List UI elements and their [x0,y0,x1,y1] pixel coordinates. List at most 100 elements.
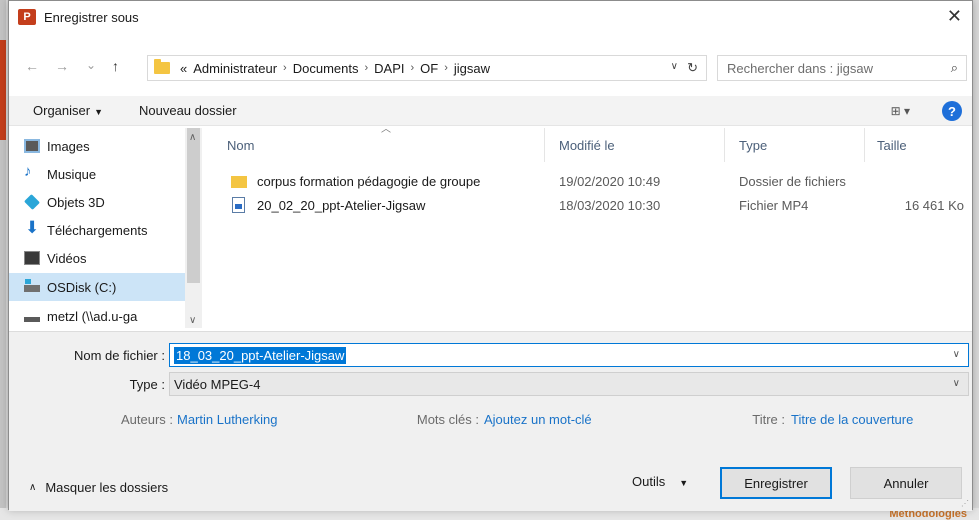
background-app-accent [0,40,6,140]
organize-label: Organiser [33,103,91,118]
breadcrumb-item-dapi[interactable]: DAPI [374,61,404,76]
breadcrumb-item-documents[interactable]: Documents [293,61,359,76]
download-icon: ⬇ [25,218,40,237]
tools-menu-button[interactable]: Outils ▼ [632,474,688,489]
scrollbar-thumb[interactable] [187,128,200,283]
sidebar-item-label: Objets 3D [47,194,105,210]
file-type-value: Vidéo MPEG-4 [174,376,261,392]
file-type: Dossier de fichiers [739,174,846,189]
title-field[interactable]: Titre de la couverture [791,412,913,427]
document-icon [232,197,245,213]
column-header-modified[interactable]: Modifié le [545,128,725,162]
address-row: ← → ⌄ ↑ « Administrateur › Documents › D… [9,45,972,81]
chevron-down-icon[interactable]: ∨ [953,378,960,389]
title-bar: P Enregistrer sous ✕ [9,1,972,33]
title-label: Titre : [752,412,785,427]
organize-menu-button[interactable]: Organiser ▼ [33,103,103,118]
folder-icon [231,176,247,188]
videos-icon [24,251,40,265]
scroll-down-icon[interactable]: ∨ [189,315,196,326]
file-modified: 18/03/2020 10:30 [559,198,661,213]
forward-arrow-icon[interactable]: → [55,58,69,74]
authors-field[interactable]: Martin Lutherking [177,412,277,427]
objects-3d-icon [24,194,40,210]
chevron-down-icon: ▼ [679,478,689,488]
breadcrumb-separator-icon[interactable]: › [410,62,414,74]
back-arrow-icon[interactable]: ← [25,58,39,74]
filename-value[interactable]: 18_03_20_ppt-Atelier-Jigsaw [174,346,347,364]
cancel-button[interactable]: Annuler [850,467,962,499]
search-icon[interactable]: ⌕ [951,60,958,76]
up-arrow-icon[interactable]: ↑ [112,58,119,74]
file-type-select[interactable]: Vidéo MPEG-4 ∨ [169,372,969,396]
sidebar-item-network-drive[interactable]: metzl (\\ad.u-ga [9,302,187,328]
window-title: Enregistrer sous [44,9,139,25]
column-header-type[interactable]: Type [725,128,865,162]
chevron-down-icon: ▼ [94,107,103,117]
save-as-dialog: P Enregistrer sous ✕ ← → ⌄ ↑ « Administr… [8,0,973,511]
sidebar-item-images[interactable]: Images [9,132,187,160]
breadcrumb-separator-icon[interactable]: › [283,62,287,74]
sidebar-item-osdisk[interactable]: OSDisk (C:) [9,273,187,301]
sidebar-item-music[interactable]: ♪ Musique [9,160,187,188]
scroll-up-icon[interactable]: ∧ [189,132,196,143]
network-drive-icon [24,317,40,322]
breadcrumb-item-jigsaw[interactable]: jigsaw [454,61,490,76]
close-icon[interactable]: ✕ [947,7,962,25]
tools-label: Outils [632,474,666,489]
refresh-icon[interactable]: ↻ [687,60,698,76]
address-bar[interactable]: « Administrateur › Documents › DAPI › OF… [147,55,707,81]
folder-icon [154,59,170,74]
column-header-size[interactable]: Taille [865,128,970,162]
breadcrumb-overflow[interactable]: « [180,61,187,76]
save-button[interactable]: Enregistrer [720,467,832,499]
breadcrumb: « Administrateur › Documents › DAPI › OF… [180,61,490,76]
table-row[interactable]: corpus formation pédagogie de groupe 19/… [205,170,972,194]
disk-icon [24,279,40,292]
hide-folders-toggle[interactable]: ∧ Masquer les dossiers [29,480,168,495]
file-list: ︿ Nom Modifié le Type Taille corpus form… [205,124,972,328]
search-placeholder: Rechercher dans : jigsaw [727,60,873,76]
powerpoint-icon: P [18,9,36,25]
file-modified: 19/02/2020 10:49 [559,174,661,189]
navigation-scrollbar[interactable]: ∧ ∨ [185,128,202,328]
search-input[interactable]: Rechercher dans : jigsaw ⌕ [717,55,967,81]
column-header-name[interactable]: Nom [205,128,545,162]
navigation-pane: Images ♪ Musique Objets 3D ⬇ Téléchargem… [9,128,203,328]
sidebar-item-label: Vidéos [47,250,87,266]
keywords-field[interactable]: Ajoutez un mot-clé [484,412,592,427]
chevron-up-icon: ∧ [29,482,37,493]
filename-input[interactable]: 18_03_20_ppt-Atelier-Jigsaw ∨ [169,343,969,367]
address-dropdown-icon[interactable]: ∨ [671,61,678,72]
sidebar-item-label: Téléchargements [47,222,148,238]
filename-label: Nom de fichier : [73,348,165,363]
type-label: Type : [129,377,165,392]
change-view-icon[interactable]: ⊞ ▾ [891,104,910,118]
sidebar-item-label: OSDisk (C:) [47,279,117,295]
breadcrumb-separator-icon[interactable]: › [364,62,368,74]
hide-folders-label: Masquer les dossiers [45,480,169,495]
file-size: 16 461 Ko [904,198,964,213]
breadcrumb-item-of[interactable]: OF [420,61,438,76]
chevron-down-icon[interactable]: ∨ [953,349,960,360]
recent-locations-chevron-icon[interactable]: ⌄ [86,58,96,72]
authors-label: Auteurs : [120,412,173,427]
resize-grip-icon[interactable]: ⋰ [961,499,969,508]
sidebar-item-3d-objects[interactable]: Objets 3D [9,188,187,216]
file-type: Fichier MP4 [739,198,809,213]
file-name: 20_02_20_ppt-Atelier-Jigsaw [257,198,426,213]
table-row[interactable]: 20_02_20_ppt-Atelier-Jigsaw 18/03/2020 1… [205,194,972,218]
sidebar-item-label: Images [47,138,90,154]
sidebar-item-videos[interactable]: Vidéos [9,244,187,272]
file-name: corpus formation pédagogie de groupe [257,174,481,189]
breadcrumb-separator-icon[interactable]: › [444,62,448,74]
command-toolbar: Organiser ▼ Nouveau dossier ⊞ ▾ ? [9,96,972,126]
breadcrumb-item-administrateur[interactable]: Administrateur [193,61,277,76]
sidebar-item-label: metzl (\\ad.u-ga [47,308,138,324]
help-icon[interactable]: ? [942,101,962,121]
save-options-panel: Nom de fichier : 18_03_20_ppt-Atelier-Ji… [9,331,972,511]
sidebar-item-downloads[interactable]: ⬇ Téléchargements [9,216,187,244]
keywords-label: Mots clés : [416,412,479,427]
music-icon: ♪ [24,163,32,180]
new-folder-button[interactable]: Nouveau dossier [139,103,237,118]
